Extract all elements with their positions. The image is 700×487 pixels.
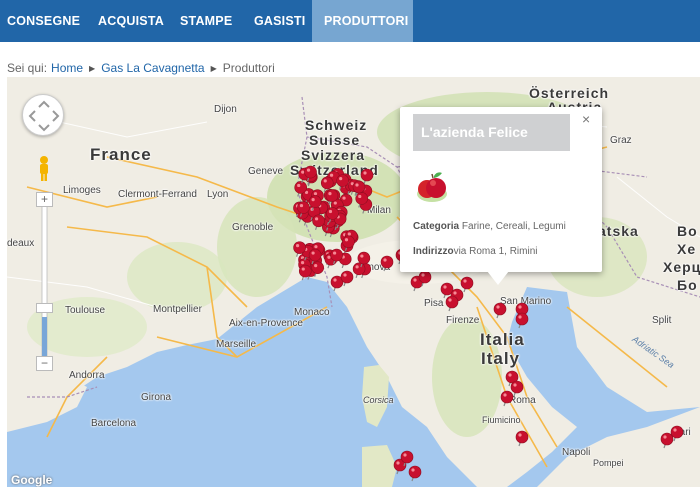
pan-arrows-icon [28,100,60,132]
breadcrumb-gas[interactable]: Gas La Cavagnetta [101,61,204,75]
close-icon[interactable]: × [582,111,590,127]
info-window-tail [487,271,509,285]
nav-acquista[interactable]: ACQUISTA [80,0,164,42]
zoom-in-button[interactable]: + [36,192,53,207]
producer-marker[interactable] [298,264,312,281]
nav-consegne[interactable]: CONSEGNE [0,0,80,42]
chevron-right-icon: ▶ [89,63,96,73]
category-value: Farine, Cereali, Legumi [461,221,566,232]
producer-marker[interactable] [500,390,514,407]
producer-marker[interactable] [360,168,374,185]
nav-gasisti[interactable]: GASISTI [236,0,312,42]
producer-marker[interactable] [445,295,459,312]
zoom-out-button[interactable]: − [36,356,53,371]
producer-marker[interactable] [460,276,474,293]
pegman-icon[interactable] [37,155,51,183]
producer-marker[interactable] [515,312,529,329]
category-row: Categoria Farine, Cereali, Legumi [413,221,566,232]
nav-produttori[interactable]: PRODUTTORI [312,0,413,42]
nav-stampe[interactable]: STAMPE [164,0,236,42]
address-row: Indirizzovia Roma 1, Rimini [413,246,537,257]
producer-marker[interactable] [380,255,394,272]
producers-map[interactable]: France Schweiz Suisse Svizzera Switzerla… [7,77,700,487]
breadcrumb-current: Produttori [222,61,275,75]
producer-info-window: L'azienda Felice × Categoria Farine, Cer… [400,107,602,272]
pan-control[interactable] [22,94,64,136]
producer-marker[interactable] [408,465,422,482]
address-label: Indirizzo [413,246,454,257]
producer-marker[interactable] [515,430,529,447]
producer-marker[interactable] [493,302,507,319]
zoom-slider-handle[interactable] [36,303,53,313]
address-value: via Roma 1, Rimini [453,246,538,257]
producer-marker[interactable] [352,262,366,279]
producer-title: L'azienda Felice [413,114,570,151]
apple-icon [417,172,447,202]
zoom-slider-track[interactable] [40,197,49,367]
breadcrumb: Sei qui: Home ▶ Gas La Cavagnetta ▶ Prod… [7,61,275,75]
top-navigation: CONSEGNE ACQUISTA STAMPE GASISTI PRODUTT… [0,0,700,42]
breadcrumb-prefix: Sei qui: [7,61,48,75]
chevron-right-icon: ▶ [210,63,217,73]
producer-marker[interactable] [660,432,674,449]
category-label: Categoria [413,221,460,232]
google-logo: Google [11,473,53,487]
producer-marker[interactable] [510,380,524,397]
breadcrumb-home[interactable]: Home [51,61,83,75]
